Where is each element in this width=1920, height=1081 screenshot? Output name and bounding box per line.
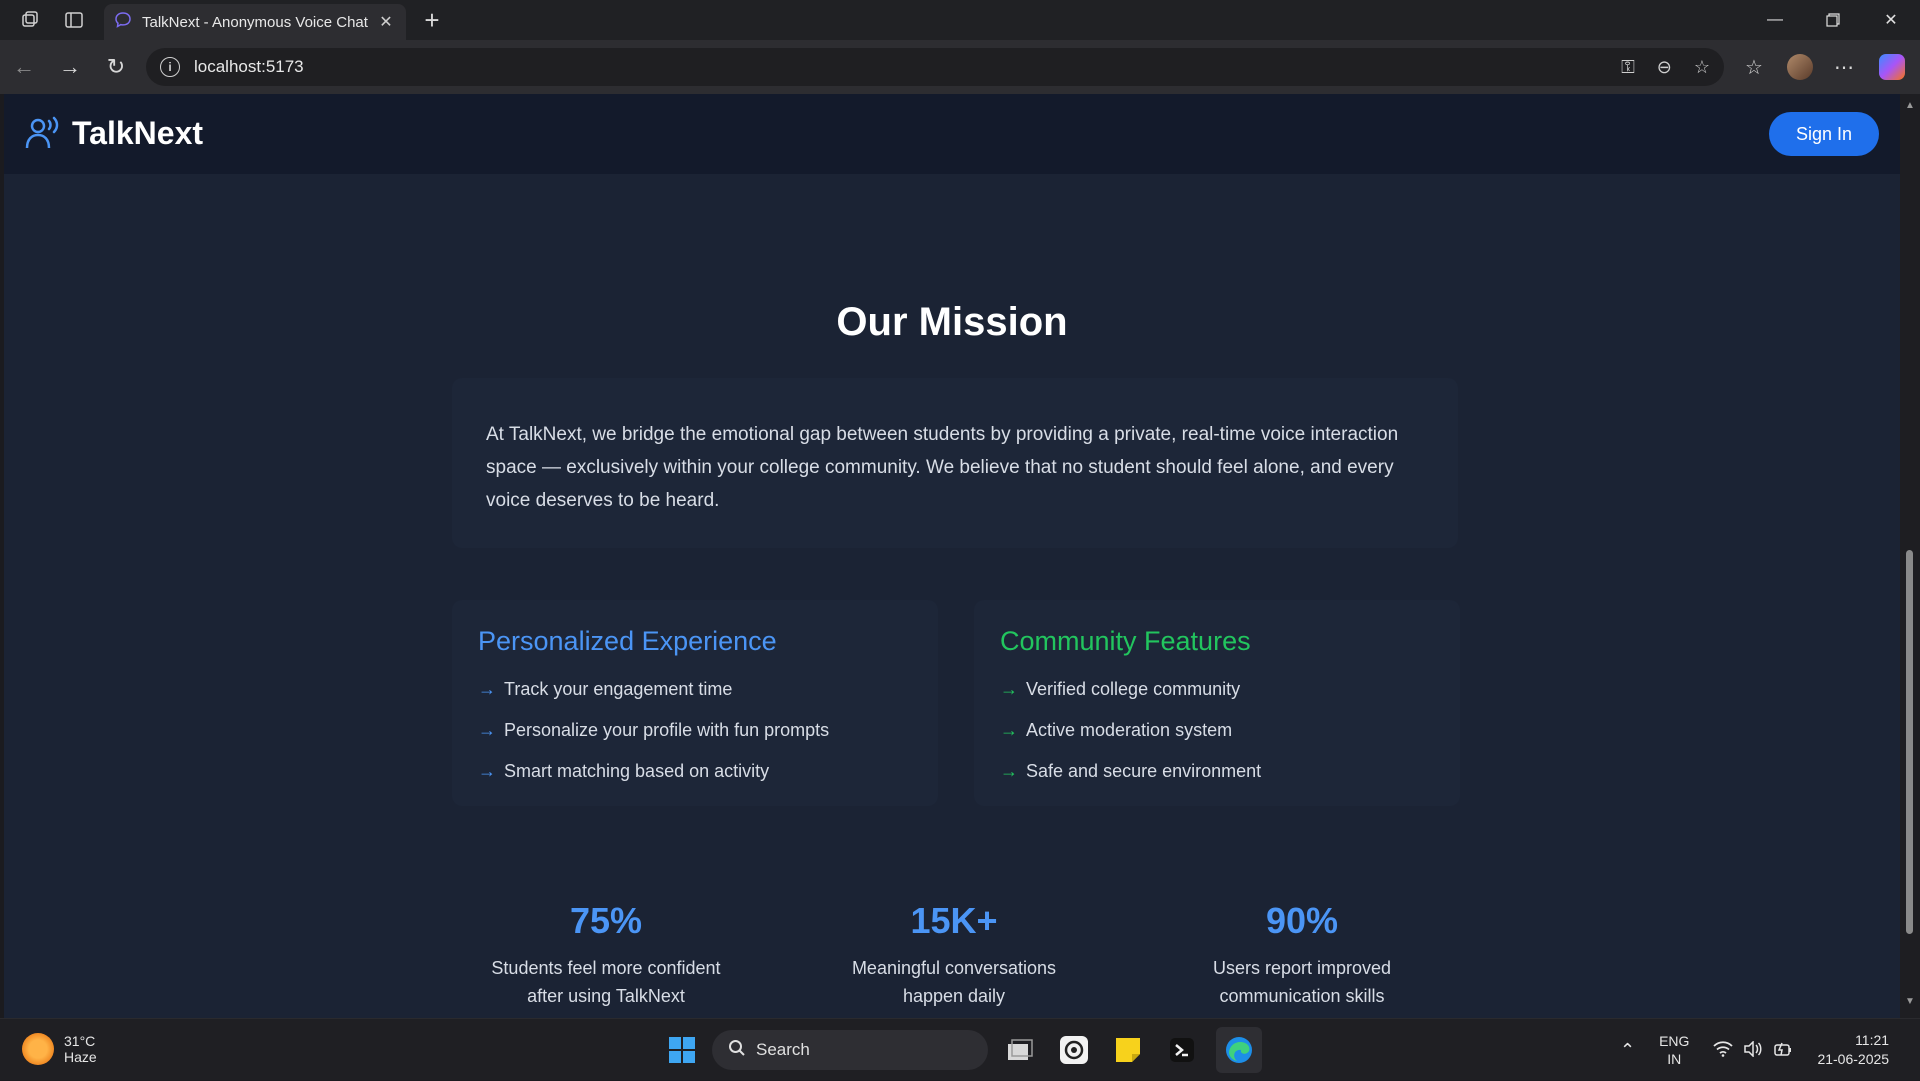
haze-sun-icon [22, 1033, 54, 1065]
weather-widget[interactable]: 31°C Haze [22, 1033, 97, 1065]
feature-card-personalized: Personalized Experience → Track your enga… [452, 600, 938, 806]
refresh-button[interactable]: ↻ [96, 47, 136, 87]
feature-item: → Active moderation system [1000, 720, 1233, 740]
stat-number: 90% [1265, 900, 1339, 941]
feature-item: → Safe and secure environment [1000, 761, 1262, 781]
copilot-icon[interactable] [1872, 47, 1912, 87]
arrow-icon: → [1000, 679, 1018, 699]
page-viewport: TalkNext Sign In Our Mission At TalkNext… [0, 94, 1920, 1018]
battery-icon[interactable] [1773, 1041, 1793, 1060]
search-label: Search [756, 1040, 810, 1059]
edge-browser-icon[interactable] [1216, 1027, 1262, 1073]
new-tab-button[interactable]: + [412, 0, 452, 40]
arrow-icon: → [478, 761, 496, 781]
back-button[interactable]: ← [4, 47, 44, 87]
address-bar[interactable]: i localhost:5173 ⚿ ⊖ ☆ [146, 48, 1724, 86]
tab-close-icon[interactable]: ✕ [376, 12, 396, 32]
scrollbar-thumb[interactable] [1906, 550, 1913, 934]
feature-title: Community Features [1000, 626, 1251, 656]
system-tray: ⌃ ENG IN 11:21 21-06-2025 [1620, 1019, 1889, 1081]
scroll-down-icon[interactable]: ▼ [1904, 996, 1916, 1007]
scroll-up-icon[interactable]: ▲ [1904, 100, 1916, 111]
feature-item: → Personalize your profile with fun promp… [478, 720, 830, 740]
mission-title: Our Mission [836, 300, 1068, 344]
feature-item: → Verified college community [1000, 679, 1241, 699]
stat-number: 15K+ [910, 900, 998, 941]
search-icon [728, 1039, 746, 1062]
chat-bubble-icon [114, 11, 132, 33]
arrow-icon: → [1000, 720, 1018, 740]
close-window-button[interactable]: ✕ [1862, 0, 1920, 40]
show-hidden-icons-icon[interactable]: ⌃ [1620, 1040, 1635, 1061]
feature-card-community: Community Features → Verified college com… [974, 600, 1460, 806]
arrow-icon: → [1000, 761, 1018, 781]
sticky-notes-icon[interactable] [1108, 1030, 1148, 1070]
site-header: TalkNext Sign In [4, 94, 1900, 174]
feature-item: → Smart matching based on activity [478, 761, 770, 781]
user-voice-icon [25, 116, 59, 149]
arrow-icon: → [478, 720, 496, 740]
weather-condition: Haze [64, 1049, 97, 1065]
chatgpt-app-icon[interactable] [1054, 1030, 1094, 1070]
browser-tabbar: TalkNext - Anonymous Voice Chat ✕ + — ✕ [0, 0, 1920, 40]
star-icon[interactable]: ☆ [1694, 57, 1710, 78]
stat-desc-line2: happen daily [902, 986, 1006, 1006]
clock[interactable]: 11:21 21-06-2025 [1817, 1031, 1889, 1069]
mission-card: At TalkNext, we bridge the emotional gap… [452, 378, 1458, 548]
site-logo[interactable]: TalkNext [24, 114, 203, 152]
feature-item: → Track your engagement time [478, 679, 733, 699]
zoom-icon[interactable]: ⊖ [1657, 57, 1672, 78]
task-view-icon[interactable] [1000, 1030, 1040, 1070]
arrow-icon: → [478, 679, 496, 699]
terminal-app-icon[interactable] [1162, 1030, 1202, 1070]
stat-conversations: 15K+ Meaningful conversations happen dai… [824, 900, 1084, 1010]
browser-tab-active[interactable]: TalkNext - Anonymous Voice Chat ✕ [104, 4, 406, 40]
taskbar-search[interactable]: Search [712, 1030, 988, 1070]
forward-button[interactable]: → [50, 47, 90, 87]
site-info-icon[interactable]: i [160, 57, 180, 77]
feature-title: Personalized Experience [478, 626, 777, 656]
stat-desc-line1: Users report improved [1212, 958, 1392, 978]
favorites-icon[interactable]: ☆ [1734, 47, 1774, 87]
language-indicator[interactable]: ENG IN [1659, 1032, 1689, 1068]
stat-number: 75% [569, 900, 643, 941]
mission-text: At TalkNext, we bridge the emotional gap… [486, 424, 1399, 511]
vertical-tabs-icon[interactable] [54, 0, 94, 40]
stat-communication: 90% Users report improved communication … [1172, 900, 1432, 1010]
browser-toolbar: ← → ↻ i localhost:5173 ⚿ ⊖ ☆ ☆ ⋯ [0, 40, 1920, 94]
workspaces-icon[interactable] [10, 0, 50, 40]
stat-desc-line1: Meaningful conversations [851, 958, 1057, 978]
minimize-button[interactable]: — [1746, 0, 1804, 40]
restore-button[interactable] [1804, 0, 1862, 40]
more-menu-icon[interactable]: ⋯ [1824, 47, 1864, 87]
stat-confidence: 75% Students feel more confident after u… [476, 900, 736, 1010]
weather-temp: 31°C [64, 1033, 96, 1049]
taskbar: 31°C Haze Search ⌃ ENG IN 11:21 21-06-20… [0, 1018, 1920, 1080]
url-text: localhost:5173 [194, 57, 304, 76]
logo-text: TalkNext [72, 114, 204, 151]
key-icon[interactable]: ⚿ [1621, 57, 1635, 78]
stat-desc-line2: after using TalkNext [527, 986, 685, 1006]
stat-desc-line1: Students feel more confident [491, 958, 721, 978]
tab-title: TalkNext - Anonymous Voice Chat [142, 13, 368, 31]
volume-icon[interactable] [1743, 1039, 1763, 1060]
wifi-icon[interactable] [1713, 1040, 1734, 1060]
profile-avatar[interactable] [1780, 47, 1820, 87]
stat-desc-line2: communication skills [1219, 986, 1385, 1006]
start-button[interactable] [662, 1030, 702, 1070]
sign-in-button[interactable]: Sign In [1769, 112, 1879, 156]
